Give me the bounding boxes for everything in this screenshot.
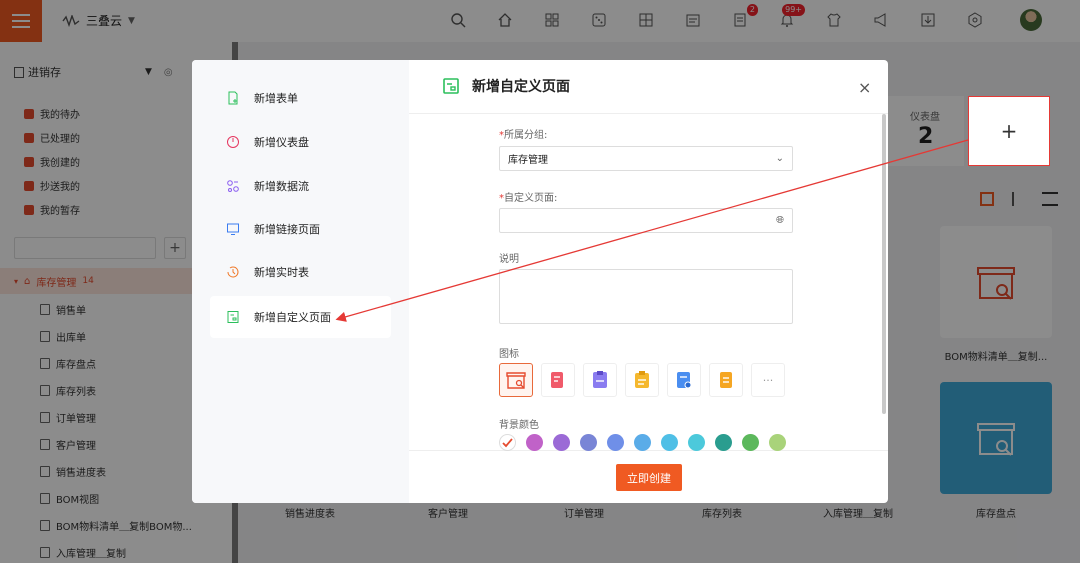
- label-text: 自定义页面:: [504, 193, 558, 204]
- menu-item-new-realtime[interactable]: 新增实时表: [210, 251, 391, 293]
- label-text: 所属分组:: [504, 130, 548, 141]
- color-swatch[interactable]: [769, 434, 786, 451]
- icon-option-box-search[interactable]: [499, 363, 533, 397]
- menu-item-new-custom-page[interactable]: 新增自定义页面: [210, 296, 391, 338]
- divider: [409, 113, 888, 114]
- menu-item-label: 新增表单: [254, 92, 298, 105]
- bg-color-label: 背景颜色: [499, 420, 539, 431]
- color-swatch[interactable]: [526, 434, 543, 451]
- color-swatch[interactable]: [661, 434, 678, 451]
- page-name-field-label: *自定义页面:: [499, 193, 558, 204]
- menu-item-new-dashboard[interactable]: 新增仪表盘: [210, 121, 391, 163]
- menu-item-label: 新增链接页面: [254, 223, 320, 236]
- icon-option-doc-orange[interactable]: [709, 363, 743, 397]
- custom-page-icon: [227, 311, 239, 323]
- color-swatch[interactable]: [742, 434, 759, 451]
- color-swatch[interactable]: [553, 434, 570, 451]
- menu-item-new-form[interactable]: 新增表单: [210, 77, 391, 119]
- icon-option-doc-blue[interactable]: [667, 363, 701, 397]
- menu-item-new-dataflow[interactable]: 新增数据流: [210, 165, 391, 207]
- link-page-icon: [227, 223, 239, 235]
- color-swatch[interactable]: [688, 434, 705, 451]
- custom-page-icon: [443, 78, 459, 94]
- description-textarea[interactable]: [499, 269, 793, 324]
- clipboard-icon: [635, 371, 649, 388]
- icon-option-doc-purple[interactable]: [583, 363, 617, 397]
- menu-item-label: 新增数据流: [254, 180, 309, 193]
- description-label: 说明: [499, 254, 519, 265]
- check-icon: [502, 438, 513, 448]
- color-swatch-selected[interactable]: [499, 434, 516, 451]
- icon-label: 图标: [499, 349, 519, 360]
- color-swatch[interactable]: [634, 434, 651, 451]
- dataflow-icon: [227, 180, 239, 192]
- icon-option-doc-red[interactable]: [541, 363, 575, 397]
- create-button[interactable]: 立即创建: [616, 464, 682, 491]
- menu-item-label: 新增自定义页面: [254, 311, 331, 324]
- menu-item-label: 新增仪表盘: [254, 136, 309, 149]
- chevron-down-icon: ⌄: [775, 153, 784, 164]
- color-swatch[interactable]: [715, 434, 732, 451]
- icon-option-clipboard-yellow[interactable]: [625, 363, 659, 397]
- create-type-menu: 新增表单 新增仪表盘 新增数据流 新增链接页面 新增实时表 新增自定义页面: [192, 60, 409, 503]
- globe-icon[interactable]: 🌐︎: [776, 215, 784, 226]
- color-swatch[interactable]: [607, 434, 624, 451]
- document-icon: [677, 372, 692, 389]
- menu-item-label: 新增实时表: [254, 266, 309, 279]
- group-select[interactable]: 库存管理 ⌄: [499, 146, 793, 171]
- add-card-highlight[interactable]: +: [968, 96, 1050, 166]
- menu-item-new-link-page[interactable]: 新增链接页面: [210, 208, 391, 250]
- color-swatch[interactable]: [580, 434, 597, 451]
- document-icon: [720, 372, 732, 388]
- close-icon[interactable]: ×: [858, 78, 871, 97]
- dialog-title: 新增自定义页面: [442, 76, 570, 96]
- footer-divider: [409, 450, 888, 451]
- document-icon: [551, 372, 563, 388]
- form-add-icon: [228, 91, 238, 105]
- scrollbar[interactable]: [882, 114, 886, 414]
- dialog-title-text: 新增自定义页面: [472, 79, 570, 95]
- create-dialog: 新增表单 新增仪表盘 新增数据流 新增链接页面 新增实时表 新增自定义页面 新增…: [192, 60, 888, 503]
- more-icons-button[interactable]: ···: [751, 363, 785, 397]
- page-name-input[interactable]: 🌐︎: [499, 208, 793, 233]
- document-icon: [593, 371, 607, 388]
- box-search-icon: [506, 372, 526, 389]
- realtime-icon: [227, 266, 239, 278]
- group-field-label: *所属分组:: [499, 130, 548, 141]
- dashboard-icon: [227, 136, 239, 148]
- group-select-value: 库存管理: [508, 155, 548, 166]
